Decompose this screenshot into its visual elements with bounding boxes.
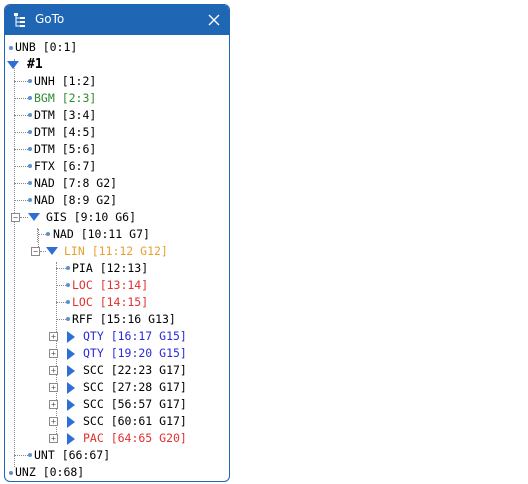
node-label: FTX [6:7] — [34, 159, 97, 173]
tree-node-gis[interactable]: − GIS [9:10 G6] — [5, 209, 225, 226]
node-label: #1 — [27, 57, 43, 72]
tree-node-unt[interactable]: UNT [66:67] — [5, 447, 225, 464]
node-dot-icon — [66, 300, 70, 304]
collapse-box-icon[interactable]: − — [11, 213, 20, 222]
collapsed-arrow-icon[interactable] — [67, 331, 75, 343]
node-dot-icon — [28, 79, 32, 83]
node-dot-icon — [28, 147, 32, 151]
node-dot-icon — [28, 130, 32, 134]
expand-box-icon[interactable]: + — [49, 366, 58, 375]
node-dot-icon — [28, 113, 32, 117]
expand-box-icon[interactable]: + — [49, 434, 58, 443]
node-dot-icon — [28, 164, 32, 168]
node-label: LOC [14:15] — [72, 295, 149, 309]
tree-node-unz[interactable]: UNZ [0:68] — [5, 464, 225, 481]
expand-box-icon[interactable]: + — [49, 417, 58, 426]
node-dot-icon — [66, 317, 70, 321]
node-label: RFF [15:16 G13] — [72, 312, 176, 326]
node-dot-icon — [9, 46, 13, 50]
node-label: UNB [0:1] — [15, 40, 78, 54]
tree-node-nad[interactable]: NAD [8:9 G2] — [5, 192, 225, 209]
node-label: DTM [5:6] — [34, 142, 97, 156]
expand-box-icon[interactable]: + — [49, 332, 58, 341]
node-label: SCC [22:23 G17] — [83, 363, 187, 377]
node-label: UNT [66:67] — [34, 448, 111, 462]
tree-node-dtm[interactable]: DTM [4:5] — [5, 124, 225, 141]
tree-node-scc[interactable]: + SCC [60:61 G17] — [5, 413, 225, 430]
window-title: GoTo — [35, 12, 65, 26]
expanded-arrow-icon[interactable] — [46, 247, 58, 255]
tree-node-group-1[interactable]: #1 — [5, 56, 225, 73]
node-dot-icon — [28, 453, 32, 457]
node-label: NAD [8:9 G2] — [34, 193, 118, 207]
tree-node-bgm[interactable]: BGM [2:3] — [5, 90, 225, 107]
tree-node-unb[interactable]: UNB [0:1] — [5, 39, 225, 56]
tree-node-loc[interactable]: LOC [13:14] — [5, 277, 225, 294]
node-label: SCC [27:28 G17] — [83, 380, 187, 394]
expand-box-icon[interactable]: + — [49, 349, 58, 358]
collapsed-arrow-icon[interactable] — [67, 382, 75, 394]
node-label: PAC [64:65 G20] — [83, 431, 187, 445]
collapsed-arrow-icon[interactable] — [67, 365, 75, 377]
collapse-box-icon[interactable]: − — [31, 247, 40, 256]
tree-node-ftx[interactable]: FTX [6:7] — [5, 158, 225, 175]
node-label: QTY [19:20 G15] — [83, 346, 187, 360]
expanded-arrow-icon[interactable] — [7, 61, 19, 69]
tree-node-pac[interactable]: + PAC [64:65 G20] — [5, 430, 225, 447]
tree-node-qty[interactable]: + QTY [16:17 G15] — [5, 328, 225, 345]
tree-node-scc[interactable]: + SCC [56:57 G17] — [5, 396, 225, 413]
node-dot-icon — [28, 96, 32, 100]
expanded-arrow-icon[interactable] — [28, 213, 40, 221]
close-icon[interactable] — [205, 11, 223, 29]
segment-tree: UNB [0:1] #1 UNH [1:2] BGM [2:3] DTM [3:… — [5, 35, 229, 481]
node-label: DTM [4:5] — [34, 125, 97, 139]
node-label: UNZ [0:68] — [15, 465, 85, 479]
node-label: BGM [2:3] — [34, 91, 97, 105]
node-label: NAD [7:8 G2] — [34, 176, 118, 190]
collapsed-arrow-icon[interactable] — [67, 416, 75, 428]
node-label: GIS [9:10 G6] — [46, 210, 137, 224]
node-label: SCC [56:57 G17] — [83, 397, 187, 411]
tree-node-scc[interactable]: + SCC [27:28 G17] — [5, 379, 225, 396]
node-label: DTM [3:4] — [34, 108, 97, 122]
node-dot-icon — [28, 198, 32, 202]
node-dot-icon — [46, 232, 50, 236]
expand-box-icon[interactable]: + — [49, 383, 58, 392]
tree-node-unh[interactable]: UNH [1:2] — [5, 73, 225, 90]
node-label: QTY [16:17 G15] — [83, 329, 187, 343]
node-label: PIA [12:13] — [72, 261, 149, 275]
tree-node-qty[interactable]: + QTY [19:20 G15] — [5, 345, 225, 362]
expand-box-icon[interactable]: + — [49, 400, 58, 409]
collapsed-arrow-icon[interactable] — [67, 348, 75, 360]
node-label: LOC [13:14] — [72, 278, 149, 292]
node-dot-icon — [28, 181, 32, 185]
goto-icon — [14, 13, 25, 27]
goto-window: GoTo UNB [0:1] #1 UNH [1:2] BGM [2:3] DT… — [4, 4, 230, 482]
collapsed-arrow-icon[interactable] — [67, 433, 75, 445]
node-label: LIN [11:12 G12] — [64, 244, 168, 258]
node-label: UNH [1:2] — [34, 74, 97, 88]
tree-node-dtm[interactable]: DTM [3:4] — [5, 107, 225, 124]
tree-node-loc[interactable]: LOC [14:15] — [5, 294, 225, 311]
node-dot-icon — [9, 471, 13, 475]
tree-node-nad[interactable]: NAD [10:11 G7] — [5, 226, 225, 243]
node-label: NAD [10:11 G7] — [53, 227, 150, 241]
tree-node-dtm[interactable]: DTM [5:6] — [5, 141, 225, 158]
node-label: SCC [60:61 G17] — [83, 414, 187, 428]
tree-node-scc[interactable]: + SCC [22:23 G17] — [5, 362, 225, 379]
title-bar[interactable]: GoTo — [5, 5, 229, 35]
collapsed-arrow-icon[interactable] — [67, 399, 75, 411]
tree-node-nad[interactable]: NAD [7:8 G2] — [5, 175, 225, 192]
node-dot-icon — [66, 283, 70, 287]
tree-node-pia[interactable]: PIA [12:13] — [5, 260, 225, 277]
tree-node-lin[interactable]: − LIN [11:12 G12] — [5, 243, 225, 260]
node-dot-icon — [66, 266, 70, 270]
tree-node-rff[interactable]: RFF [15:16 G13] — [5, 311, 225, 328]
